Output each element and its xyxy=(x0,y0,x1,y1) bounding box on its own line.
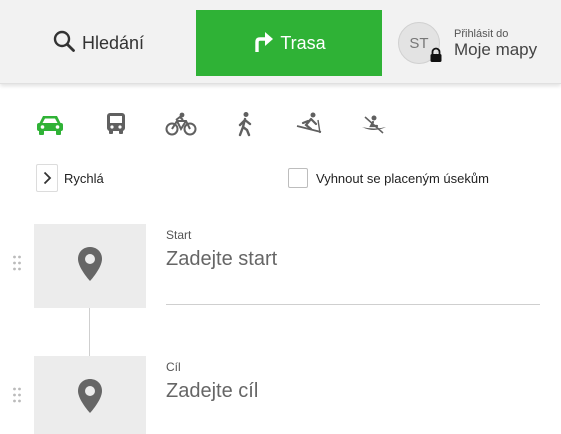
turn-right-arrow-icon xyxy=(252,29,274,58)
tab-search-label: Hledání xyxy=(81,32,145,53)
map-pin-icon xyxy=(77,378,103,419)
route-type-toggle[interactable]: Rychlá xyxy=(36,164,104,192)
transport-mode-bar xyxy=(0,108,561,144)
tab-search[interactable]: Hledání xyxy=(0,10,196,76)
avatar-initials: ST xyxy=(409,34,429,52)
mode-hiking-button[interactable] xyxy=(227,108,263,144)
waypoint-connector-line xyxy=(89,308,90,356)
start-input-underline xyxy=(166,304,540,305)
avatar: ST xyxy=(398,22,443,67)
avoid-tolls-label: Vyhnout se placeným úsekům xyxy=(316,170,489,186)
tab-route-label: Trasa xyxy=(280,32,326,53)
avoid-tolls-checkbox[interactable] xyxy=(288,168,308,188)
hiking-icon xyxy=(234,111,256,142)
login-button[interactable]: ST Přihlásit do Moje mapy xyxy=(382,10,561,76)
avoid-tolls-option[interactable]: Vyhnout se placeným úsekům xyxy=(288,167,489,189)
canoe-icon xyxy=(359,111,389,142)
waypoint-end: Cíl xyxy=(0,356,561,434)
bicycle-icon xyxy=(165,111,197,142)
route-options: Rychlá Vyhnout se placeným úsekům xyxy=(0,164,561,194)
end-input[interactable] xyxy=(166,376,540,406)
chevron-right-icon xyxy=(36,164,58,192)
end-pin-box[interactable] xyxy=(34,356,146,434)
tab-route[interactable]: Trasa xyxy=(196,10,382,76)
drag-handle-icon[interactable] xyxy=(12,386,22,404)
end-label: Cíl xyxy=(166,360,181,374)
login-small-text: Přihlásit do xyxy=(454,27,509,40)
mode-car-button[interactable] xyxy=(32,108,68,144)
ski-icon xyxy=(294,111,324,142)
mode-bike-button[interactable] xyxy=(163,108,199,144)
bus-icon xyxy=(104,111,128,142)
mode-ski-button[interactable] xyxy=(291,108,327,144)
drag-handle-icon[interactable] xyxy=(12,254,22,272)
start-pin-box[interactable] xyxy=(34,224,146,308)
mode-canoe-button[interactable] xyxy=(356,108,392,144)
waypoint-start: Start xyxy=(0,224,561,308)
login-big-text: Moje mapy xyxy=(454,39,538,59)
lock-icon xyxy=(429,47,443,67)
start-input[interactable] xyxy=(166,244,540,274)
start-label: Start xyxy=(166,228,192,242)
route-type-label: Rychlá xyxy=(64,170,104,186)
search-icon xyxy=(52,29,76,58)
map-pin-icon xyxy=(77,246,103,287)
top-bar: Hledání Trasa ST Přihlásit do Moje mapy xyxy=(0,0,561,84)
car-icon xyxy=(35,111,65,142)
mode-bus-button[interactable] xyxy=(98,108,134,144)
